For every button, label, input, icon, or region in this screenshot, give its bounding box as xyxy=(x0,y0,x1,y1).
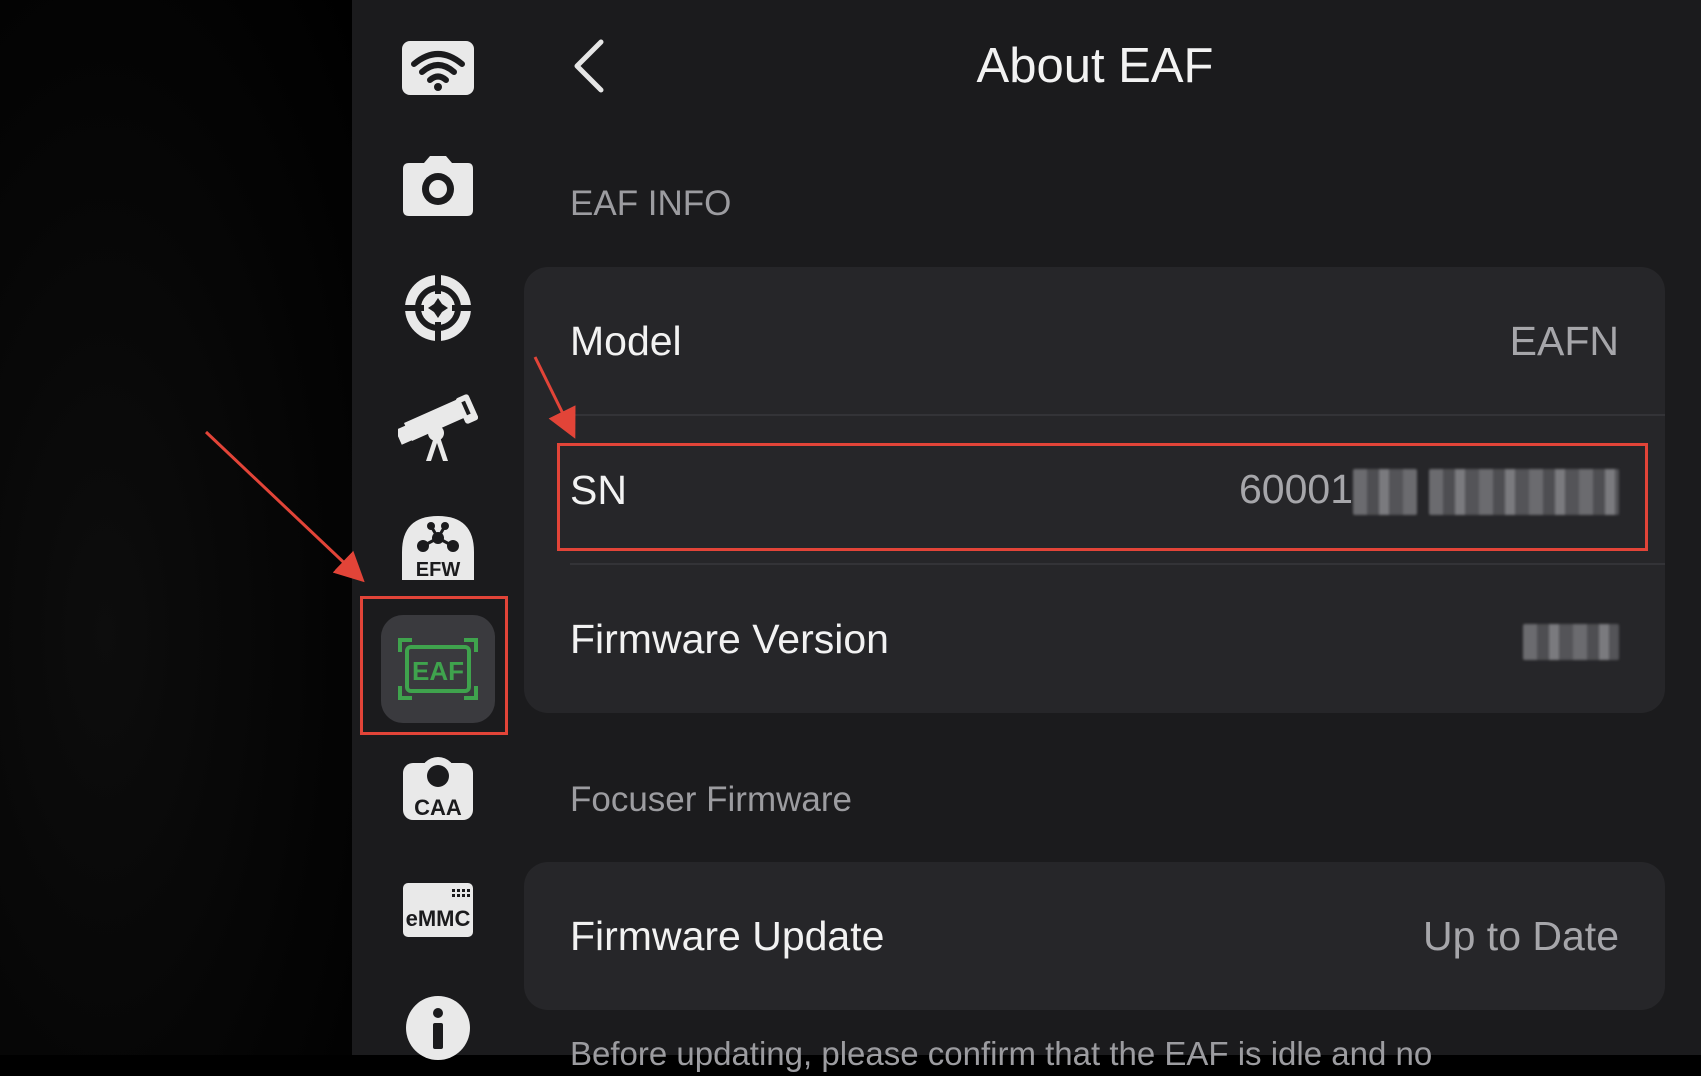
annotation-arrows xyxy=(204,356,576,583)
arrow-to-eaf xyxy=(204,430,365,583)
arrow-to-sn xyxy=(533,356,576,439)
